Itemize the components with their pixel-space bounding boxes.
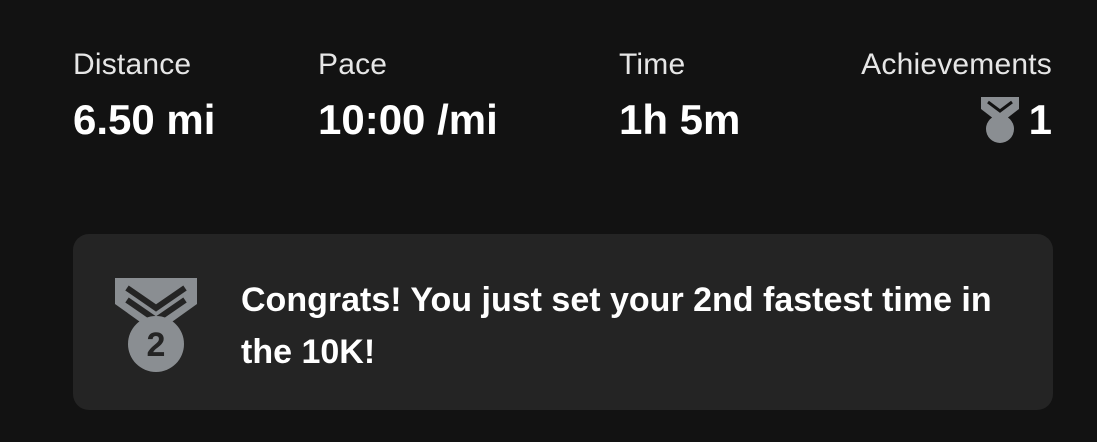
second-place-medal-icon: 2 xyxy=(115,278,197,372)
achievement-banner[interactable]: 2 Congrats! You just set your 2nd fastes… xyxy=(73,234,1053,410)
medal-icon xyxy=(980,97,1019,143)
distance-label: Distance xyxy=(73,48,192,81)
distance-stat: Distance 6.50 mi xyxy=(73,46,215,146)
pace-label: Pace xyxy=(318,48,388,81)
achievements-value-row: 1 xyxy=(861,94,1052,146)
medal-number: 2 xyxy=(147,326,166,364)
activity-stats: Distance 6.50 mi Pace 10:00 /mi Time 1h … xyxy=(73,46,1052,156)
time-label: Time xyxy=(619,48,686,81)
pace-stat: Pace 10:00 /mi xyxy=(318,46,498,146)
achievements-stat[interactable]: Achievements 1 xyxy=(861,46,1052,146)
pace-value: 10:00 /mi xyxy=(318,96,498,143)
achievements-label: Achievements xyxy=(861,48,1052,81)
distance-value: 6.50 mi xyxy=(73,96,216,143)
achievements-count: 1 xyxy=(1028,96,1052,143)
banner-message: Congrats! You just set your 2nd fastest … xyxy=(241,281,992,371)
time-value: 1h 5m xyxy=(619,96,741,143)
time-stat: Time 1h 5m xyxy=(619,46,740,146)
